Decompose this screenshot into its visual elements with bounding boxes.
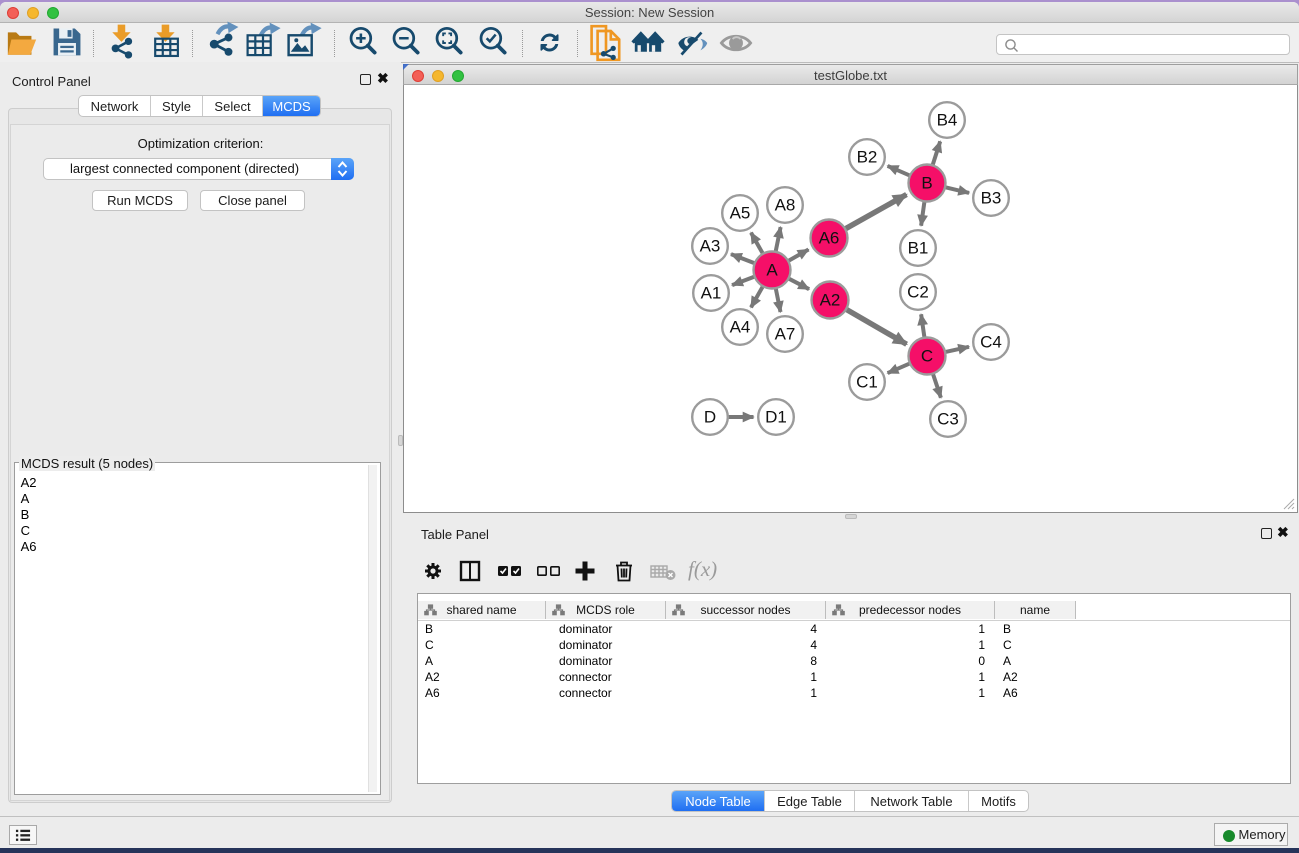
svg-text:A1: A1 <box>701 284 722 303</box>
svg-text:C2: C2 <box>907 283 929 302</box>
svg-text:C3: C3 <box>937 410 959 429</box>
svg-text:C1: C1 <box>856 373 878 392</box>
svg-text:A: A <box>766 261 778 280</box>
svg-text:A6: A6 <box>819 229 840 248</box>
svg-text:A8: A8 <box>775 196 796 215</box>
svg-text:C: C <box>921 347 933 366</box>
svg-text:B1: B1 <box>908 239 929 258</box>
svg-text:B2: B2 <box>857 148 878 167</box>
svg-text:B4: B4 <box>937 111 958 130</box>
svg-text:B: B <box>921 174 932 193</box>
svg-text:A5: A5 <box>730 204 751 223</box>
svg-text:A4: A4 <box>730 318 751 337</box>
svg-text:D1: D1 <box>765 408 787 427</box>
svg-text:A2: A2 <box>820 291 841 310</box>
svg-text:A7: A7 <box>775 325 796 344</box>
svg-text:D: D <box>704 408 716 427</box>
svg-text:B3: B3 <box>981 189 1002 208</box>
svg-text:A3: A3 <box>700 237 721 256</box>
svg-text:C4: C4 <box>980 333 1002 352</box>
